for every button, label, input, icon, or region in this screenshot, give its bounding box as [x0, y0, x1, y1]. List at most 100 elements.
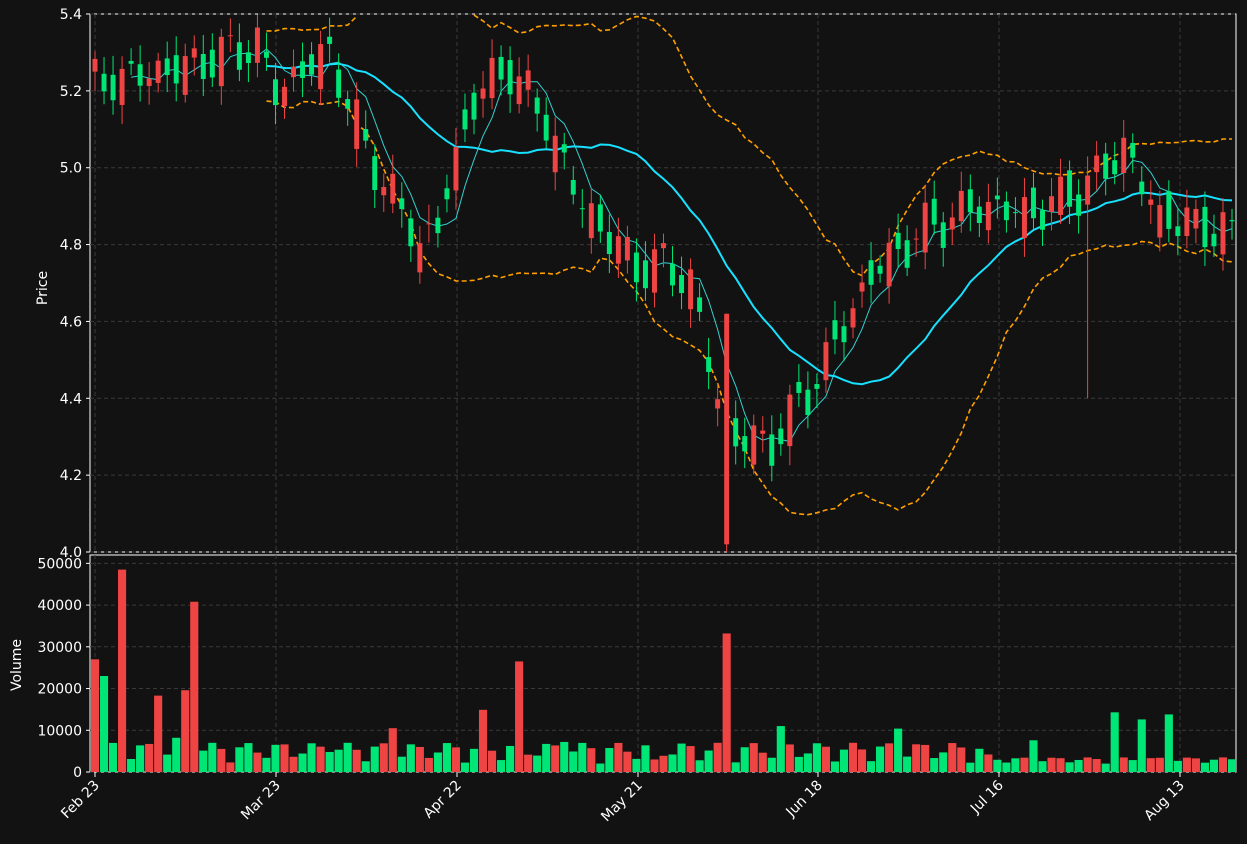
volume-bar: [1182, 757, 1191, 772]
candle-body: [624, 236, 630, 261]
volume-tick-label: 20000: [37, 682, 82, 698]
candle-body: [1139, 181, 1145, 195]
volume-bar: [848, 742, 858, 772]
candle-body: [1130, 142, 1136, 158]
volume-bar: [1173, 760, 1182, 772]
volume-bar: [298, 753, 307, 772]
volume-bar: [1137, 719, 1146, 772]
volume-bar: [794, 756, 803, 772]
volume-bar: [497, 760, 506, 772]
candle-body: [471, 92, 477, 120]
candle-body: [606, 231, 612, 255]
volume-bar: [397, 756, 406, 772]
candle-body: [191, 48, 197, 58]
volume-bar: [515, 661, 524, 772]
price-tick-label: 5.0: [60, 161, 82, 177]
candle-body: [318, 44, 324, 90]
candle-body: [1166, 191, 1172, 229]
volume-bar: [975, 748, 984, 772]
volume-bar: [460, 762, 470, 772]
volume-bar: [1218, 757, 1228, 772]
candle-body: [1058, 176, 1064, 215]
volume-bar: [921, 744, 930, 772]
volume-bar: [379, 743, 388, 772]
volume-bar: [695, 760, 704, 772]
candle-body: [1157, 205, 1163, 238]
candle-body: [426, 223, 432, 225]
volume-bar: [1047, 757, 1056, 772]
candle-body: [381, 187, 387, 196]
candle-body: [507, 60, 513, 95]
candle-body: [778, 428, 784, 445]
volume-bar: [641, 745, 650, 772]
volume-bar: [235, 747, 244, 772]
volume-bar: [208, 742, 217, 772]
volume-bar: [226, 762, 235, 772]
volume-bar: [957, 747, 966, 772]
candle-body: [967, 189, 973, 213]
volume-bar: [388, 728, 397, 772]
candle-body: [1220, 212, 1226, 255]
candle-body: [345, 99, 351, 109]
volume-bar: [993, 759, 1002, 772]
candle-body: [832, 320, 838, 340]
candle-body: [561, 144, 567, 153]
candle-body: [994, 195, 1000, 200]
volume-bar: [253, 752, 262, 772]
candle-body: [534, 97, 540, 114]
volume-bar: [1101, 763, 1110, 772]
price-panel-frame: [89, 13, 1237, 553]
candle-body: [1021, 197, 1027, 238]
candle-body: [976, 206, 982, 223]
volume-bar: [614, 742, 623, 772]
volume-bar: [785, 744, 794, 772]
candle-body: [146, 78, 152, 87]
price-axis-label: Price: [35, 271, 51, 305]
candle-body: [661, 243, 666, 249]
volume-bar: [1029, 740, 1038, 772]
volume-panel-frame: [89, 554, 1237, 773]
volume-tick-label: 40000: [37, 598, 82, 614]
candle-body: [904, 240, 910, 268]
volume-bar: [451, 747, 461, 772]
volume-bar: [271, 744, 280, 772]
volume-bar: [596, 763, 605, 772]
volume-bar: [190, 601, 199, 772]
candle-body: [1049, 196, 1055, 212]
volume-bar: [632, 758, 641, 772]
volume-bar: [1038, 761, 1047, 772]
volume-bar: [1200, 762, 1209, 772]
volume-bar: [1164, 714, 1173, 772]
volume-bar: [731, 762, 740, 772]
volume-bar: [857, 749, 867, 772]
candle-body: [182, 56, 188, 95]
candle-body: [868, 260, 874, 285]
volume-bar: [406, 744, 415, 772]
volume-bar: [424, 757, 433, 772]
candle-body: [525, 70, 531, 90]
candle-body: [958, 190, 964, 222]
candle-body: [1148, 199, 1154, 205]
volume-bar: [244, 743, 253, 772]
candle-body: [1030, 187, 1036, 219]
candle-body: [895, 232, 901, 250]
volume-tick-label: 0: [73, 765, 82, 781]
volume-bar: [1083, 757, 1092, 772]
volume-bar: [370, 746, 379, 772]
candle-body: [859, 282, 865, 292]
volume-bar: [1146, 758, 1155, 772]
volume-bar: [885, 743, 894, 772]
volume-bar: [605, 748, 614, 772]
candle-body: [796, 381, 802, 393]
volume-bar: [108, 742, 118, 772]
volume-bar: [316, 746, 325, 772]
volume-bar: [912, 744, 921, 772]
candle-body: [1094, 155, 1100, 173]
volume-bar: [713, 742, 722, 772]
volume-bar: [966, 762, 975, 772]
candle-body: [552, 135, 558, 173]
price-tick-label: 4.8: [60, 238, 82, 254]
volume-bar: [172, 737, 181, 772]
volume-bar: [866, 761, 876, 772]
volume-bar: [361, 761, 370, 772]
